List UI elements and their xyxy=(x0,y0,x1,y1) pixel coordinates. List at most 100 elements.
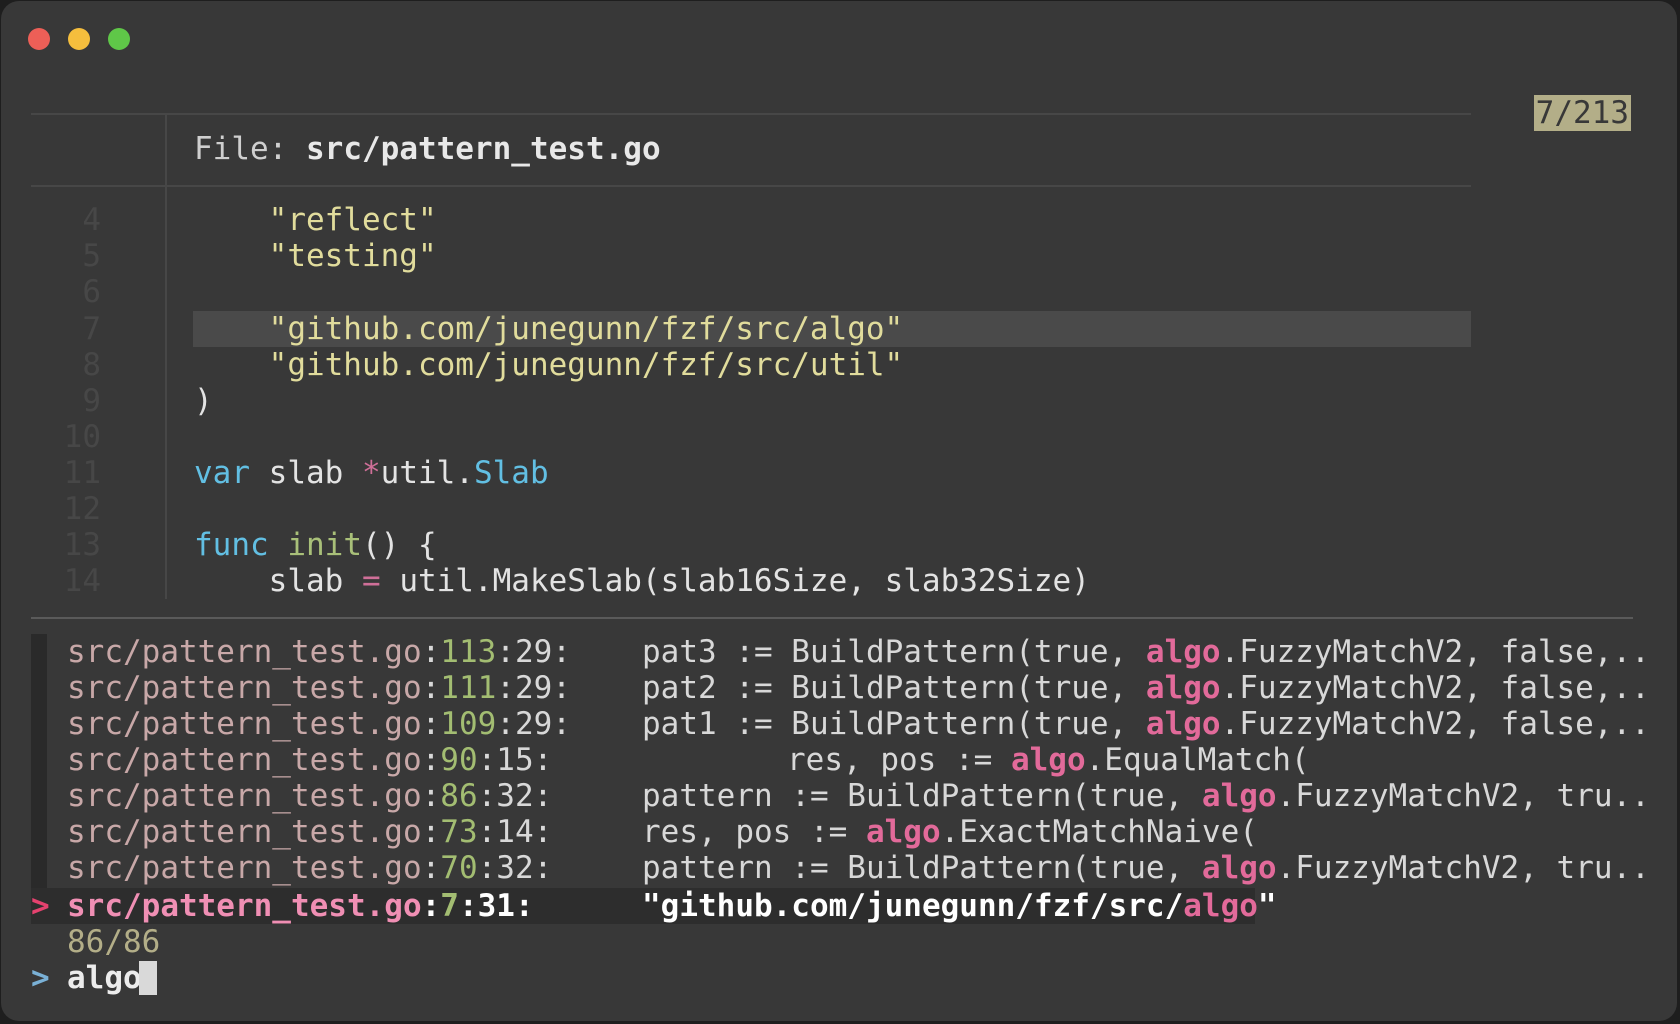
result-text-before: res, pos := xyxy=(787,742,1011,778)
selection-marker: > xyxy=(31,888,50,924)
line-number: 14 xyxy=(63,563,101,599)
file-label: File: xyxy=(194,131,288,167)
search-query-input[interactable]: algo xyxy=(67,960,142,996)
result-column-number: 29 xyxy=(514,706,553,742)
separator: : xyxy=(496,706,515,742)
result-line-number: 109 xyxy=(440,706,497,742)
separator: : xyxy=(421,706,441,742)
line-number: 10 xyxy=(63,419,101,455)
minimize-window-button[interactable] xyxy=(68,28,90,50)
identifier: slab xyxy=(250,455,362,491)
result-row[interactable]: src/pattern_test.go:113:29: pat3 := Build… xyxy=(67,634,1650,670)
result-line-text: pat3 := BuildPattern(true, algo.FuzzyMat… xyxy=(642,634,1650,670)
line-number: 7 xyxy=(82,311,101,347)
result-line-text: res, pos := algo.EqualMatch( xyxy=(787,742,1310,778)
separator: : xyxy=(533,814,553,850)
match-count: 86/86 xyxy=(67,924,161,960)
type-name: Slab xyxy=(473,455,549,491)
result-column-number: 15 xyxy=(496,742,534,778)
result-column-number: 32 xyxy=(496,850,534,886)
result-text-before: pattern := BuildPattern(true, xyxy=(642,778,1202,814)
result-row[interactable]: src/pattern_test.go:86:32: pattern := Bui… xyxy=(67,778,1650,814)
line-number: 4 xyxy=(82,202,101,238)
result-text-before: pat2 := BuildPattern(true, xyxy=(642,670,1146,706)
result-row-selected[interactable]: src/pattern_test.go:7:31: "github.com/jun… xyxy=(67,888,1627,924)
results-scrollbar[interactable] xyxy=(31,634,47,888)
separator: : xyxy=(421,742,441,778)
separator: : xyxy=(477,778,497,814)
package-name: util. xyxy=(380,455,474,491)
result-file-path: src/pattern_test.go xyxy=(67,778,422,814)
string-literal: "reflect" xyxy=(268,202,437,238)
result-text-after: .FuzzyMatchV2, tru.. xyxy=(1276,850,1650,886)
expression: util.MakeSlab(slab16Size, slab32Size) xyxy=(380,563,1090,599)
result-line-number: 7 xyxy=(440,888,459,924)
result-row[interactable]: src/pattern_test.go:111:29: pat2 := Build… xyxy=(67,670,1650,706)
result-line-text: pattern := BuildPattern(true, algo.Fuzzy… xyxy=(642,850,1650,886)
result-file-path: src/pattern_test.go xyxy=(67,634,422,670)
pointer-operator: * xyxy=(361,455,381,491)
result-line-text: pat1 := BuildPattern(true, algo.FuzzyMat… xyxy=(642,706,1650,742)
results-divider xyxy=(31,617,1633,619)
line-number: 13 xyxy=(63,527,101,563)
result-column-number: 31 xyxy=(477,888,515,924)
string-literal: "github.com/junegunn/fzf/src/algo" xyxy=(268,311,904,347)
separator: : xyxy=(421,850,441,886)
result-match-highlight: algo xyxy=(1010,742,1086,778)
text-cursor xyxy=(139,961,157,995)
separator: : xyxy=(552,706,571,742)
result-column-number: 32 xyxy=(496,778,534,814)
result-line-number: 86 xyxy=(440,778,478,814)
line-number: 12 xyxy=(63,491,101,527)
result-row[interactable]: src/pattern_test.go:70:32: pattern := Bui… xyxy=(67,850,1650,886)
string-literal: "github.com/junegunn/fzf/src/util" xyxy=(268,347,904,383)
result-text-after: .FuzzyMatchV2, false,.. xyxy=(1220,634,1650,670)
result-text-after: .FuzzyMatchV2, false,.. xyxy=(1220,706,1650,742)
result-row[interactable]: src/pattern_test.go:73:14: res, pos := al… xyxy=(67,814,1627,850)
result-row[interactable]: src/pattern_test.go:109:29: pat1 := Build… xyxy=(67,706,1650,742)
separator: : xyxy=(533,778,553,814)
result-match-highlight: algo xyxy=(1201,850,1277,886)
line-number: 5 xyxy=(82,238,101,274)
code-line: "github.com/junegunn/fzf/src/algo" xyxy=(194,311,904,347)
result-text-before: pattern := BuildPattern(true, xyxy=(642,850,1202,886)
line-number: 8 xyxy=(82,347,101,383)
preview-header-divider xyxy=(31,185,1471,187)
separator: : xyxy=(533,850,553,886)
string-literal: "testing" xyxy=(268,238,437,274)
result-file-path: src/pattern_test.go xyxy=(67,850,422,886)
file-path: src/pattern_test.go xyxy=(306,131,661,167)
separator: : xyxy=(477,850,497,886)
result-column-number: 29 xyxy=(514,670,553,706)
function-signature: () { xyxy=(361,527,437,563)
separator: : xyxy=(421,670,441,706)
keyword: var xyxy=(194,455,250,491)
result-column-number: 29 xyxy=(514,634,553,670)
result-file-path: src/pattern_test.go xyxy=(67,670,422,706)
code-line: var slab *util.Slab xyxy=(194,455,549,491)
result-match-highlight: algo xyxy=(1201,778,1277,814)
result-text-after: .FuzzyMatchV2, false,.. xyxy=(1220,670,1650,706)
separator: : xyxy=(514,888,534,924)
close-window-button[interactable] xyxy=(28,28,50,50)
separator: : xyxy=(477,742,497,778)
assign-operator: = xyxy=(361,563,381,599)
result-line-text: res, pos := algo.ExactMatchNaive( xyxy=(642,814,1258,850)
result-text-before: "github.com/junegunn/fzf/src/ xyxy=(642,888,1184,924)
result-match-highlight: algo xyxy=(865,814,941,850)
separator: : xyxy=(477,814,497,850)
result-file-path: src/pattern_test.go xyxy=(67,814,422,850)
result-text-before: pat3 := BuildPattern(true, xyxy=(642,634,1146,670)
closing-paren: ) xyxy=(194,383,213,419)
keyword: func xyxy=(194,527,269,563)
result-file-path: src/pattern_test.go xyxy=(67,742,422,778)
code-line: ) xyxy=(194,383,213,419)
identifier: slab xyxy=(268,563,362,599)
result-text-after: .EqualMatch( xyxy=(1085,742,1310,778)
result-match-highlight: algo xyxy=(1145,670,1221,706)
line-number: 11 xyxy=(63,455,101,491)
zoom-window-button[interactable] xyxy=(108,28,130,50)
preview-scroll-counter: 7/213 xyxy=(1533,95,1631,131)
result-row[interactable]: src/pattern_test.go:90:15: res, pos := al… xyxy=(67,742,1627,778)
separator: : xyxy=(552,670,571,706)
